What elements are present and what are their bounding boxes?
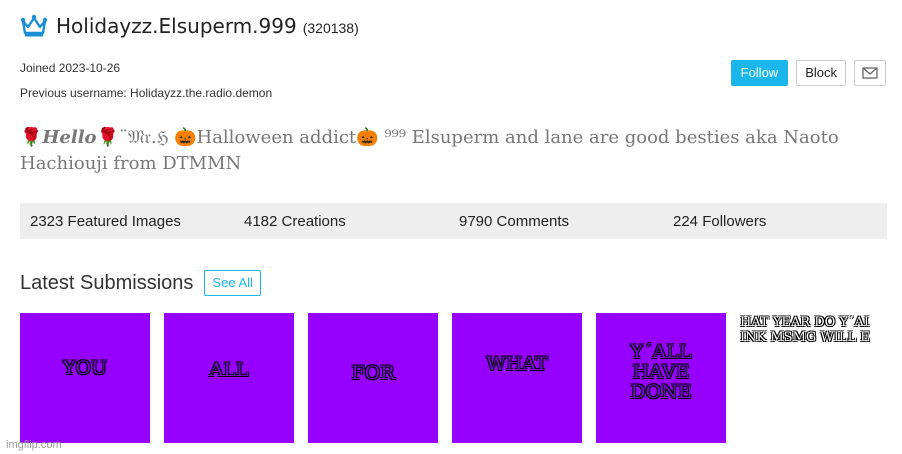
thumbnail-caption: Y´ALL HAVE DONE [630,341,692,403]
user-id: (320138) [302,20,359,36]
submission-thumbnail[interactable]: WHAT [452,313,582,443]
submission-thumbnail[interactable]: FOR [308,313,438,443]
profile-actions: Follow Block [730,60,886,86]
bio-mr: ¨𝔐𝔯.ℌ [118,127,169,148]
imgflip-watermark: imgflip.com [6,439,62,451]
stats-bar: 2323 Featured Images 4182 Creations 9790… [20,203,887,239]
previous-username: Previous username: Holidayzz.the.radio.d… [20,86,273,100]
thumbnail-caption: FOR [351,362,395,384]
thumbnail-caption-line: HAT YEAR DO Y´AL [740,315,870,330]
stat-followers[interactable]: 224 Followers [673,213,766,230]
bio-hello: Hello [42,127,97,148]
bio-superscript: ⁹⁹⁹ [384,127,406,148]
message-button[interactable] [854,60,886,86]
envelope-icon [862,67,878,79]
profile-bio: 🌹Hello🌹¨𝔐𝔯.ℌ 🎃Halloween addict🎃 ⁹⁹⁹ Elsu… [20,125,880,177]
joined-date: Joined 2023-10-26 [20,61,121,75]
thumbnail-caption: WHAT [486,353,548,375]
thumbnail-caption: YOU [62,357,108,379]
stat-featured-images[interactable]: 2323 Featured Images [30,213,181,230]
username: Holidayzz.Elsuperm.999 [56,14,297,38]
stat-creations[interactable]: 4182 Creations [244,213,346,230]
pumpkin-icon: 🎃 [174,127,197,148]
follow-button[interactable]: Follow [730,60,789,86]
crown-icon [20,14,48,37]
submission-thumbnail[interactable]: YOU [20,313,150,443]
submission-thumbnail[interactable]: ALL [164,313,294,443]
submission-thumbnail[interactable]: Y´ALL HAVE DONE [596,313,726,443]
stat-comments[interactable]: 9790 Comments [459,213,569,230]
thumbnail-caption-line: INK MSMG WILL EN [740,330,870,345]
rose-icon: 🌹 [20,127,43,148]
block-button[interactable]: Block [796,60,846,86]
profile-header: Holidayzz.Elsuperm.999 (320138) [20,14,359,38]
latest-submissions-title: Latest Submissions [20,271,194,294]
thumbnail-caption: ALL [209,359,249,381]
see-all-button[interactable]: See All [204,270,261,296]
bio-text-halloween: Halloween addict [196,127,357,148]
submission-thumbnail-partial[interactable]: HAT YEAR DO Y´AL INK MSMG WILL EN [740,315,870,355]
rose-icon: 🌹 [96,127,119,148]
latest-submissions-header: Latest Submissions See All [20,270,261,296]
pumpkin-icon: 🎃 [356,127,379,148]
